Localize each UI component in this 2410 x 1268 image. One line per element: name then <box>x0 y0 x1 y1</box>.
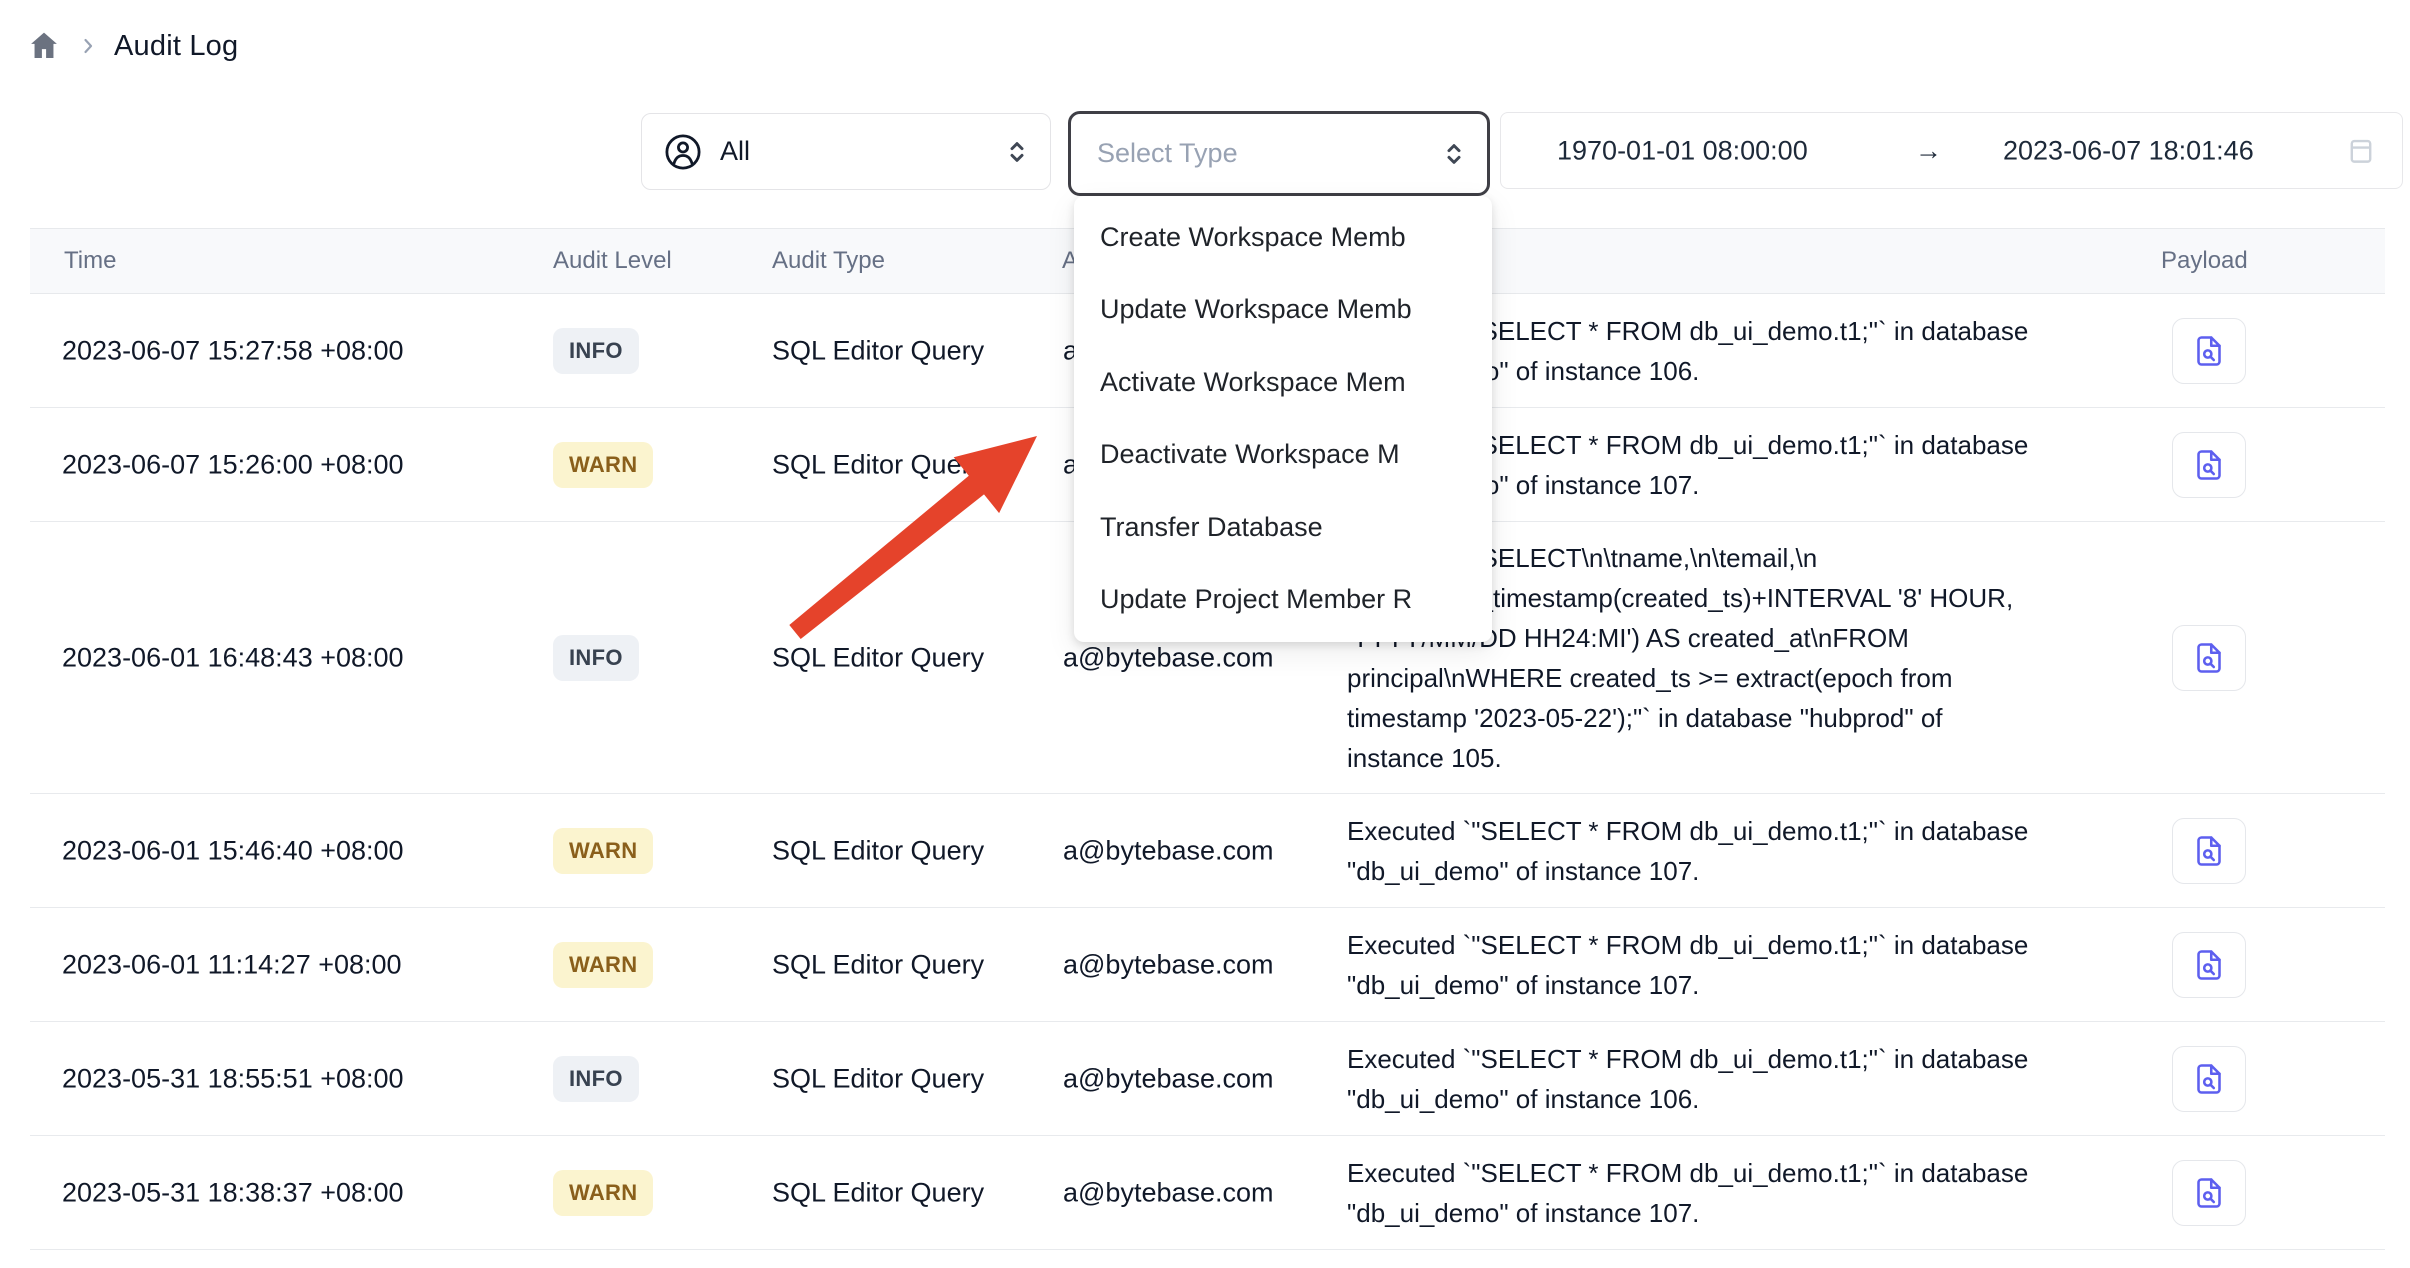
status-badge: WARN <box>553 1170 653 1216</box>
type-filter-placeholder: Select Type <box>1097 138 1439 169</box>
table-row: 2023-06-01 11:14:27 +08:00 WARN SQL Edit… <box>30 908 2385 1022</box>
file-search-icon <box>2191 1061 2227 1097</box>
home-icon[interactable] <box>26 28 62 64</box>
chevron-updown-icon <box>1439 139 1469 169</box>
row-comment: Executed `"SELECT * FROM db_ui_demo.t1;"… <box>1347 1153 2157 1233</box>
row-audit-type: SQL Editor Query <box>772 835 984 866</box>
column-header-audit-level: Audit Level <box>553 247 672 275</box>
column-header-audit-type: Audit Type <box>772 247 885 275</box>
actor-filter-select[interactable]: All <box>641 113 1051 190</box>
view-payload-button[interactable] <box>2172 432 2246 498</box>
chevron-right-icon <box>76 34 100 58</box>
row-actor: a@bytebase.com <box>1063 835 1274 866</box>
status-badge: INFO <box>553 328 639 374</box>
file-search-icon <box>2191 1175 2227 1211</box>
view-payload-button[interactable] <box>2172 1160 2246 1226</box>
row-audit-type: SQL Editor Query <box>772 642 984 673</box>
menu-item-activate-workspace-member[interactable]: Activate Workspace Mem <box>1074 346 1492 419</box>
row-time: 2023-06-01 16:48:43 +08:00 <box>62 642 404 673</box>
row-audit-type: SQL Editor Query <box>772 949 984 980</box>
date-range-start[interactable]: 1970-01-01 08:00:00 <box>1557 135 1808 166</box>
view-payload-button[interactable] <box>2172 625 2246 691</box>
actor-filter-value: All <box>720 136 986 167</box>
view-payload-button[interactable] <box>2172 932 2246 998</box>
menu-item-update-workspace-member[interactable]: Update Workspace Memb <box>1074 274 1492 347</box>
file-search-icon <box>2191 833 2227 869</box>
row-time: 2023-06-01 11:14:27 +08:00 <box>62 949 402 980</box>
menu-item-update-project-member[interactable]: Update Project Member R <box>1074 564 1492 637</box>
status-badge: WARN <box>553 442 653 488</box>
status-badge: INFO <box>553 635 639 681</box>
date-range-picker[interactable]: 1970-01-01 08:00:00 → 2023-06-07 18:01:4… <box>1500 112 2403 189</box>
row-audit-type: SQL Editor Query <box>772 1177 984 1208</box>
status-badge: INFO <box>553 1056 639 1102</box>
row-actor: a@bytebase.com <box>1063 1177 1274 1208</box>
row-comment: Executed `"SELECT * FROM db_ui_demo.t1;"… <box>1347 1039 2157 1119</box>
type-select-dropdown-menu: Create Workspace Memb Update Workspace M… <box>1074 196 1492 642</box>
row-actor: a@bytebase.com <box>1063 642 1274 673</box>
row-audit-type: SQL Editor Query <box>772 1063 984 1094</box>
view-payload-button[interactable] <box>2172 318 2246 384</box>
table-row: 2023-05-31 18:38:37 +08:00 WARN SQL Edit… <box>30 1136 2385 1250</box>
menu-item-create-workspace-member[interactable]: Create Workspace Memb <box>1074 201 1492 274</box>
table-row: 2023-06-01 15:46:40 +08:00 WARN SQL Edit… <box>30 794 2385 908</box>
status-badge: WARN <box>553 942 653 988</box>
row-actor: a@bytebase.com <box>1063 1063 1274 1094</box>
chevron-updown-icon <box>1002 137 1032 167</box>
breadcrumb: Audit Log <box>26 26 238 66</box>
file-search-icon <box>2191 333 2227 369</box>
row-comment: Executed `"SELECT * FROM db_ui_demo.t1;"… <box>1347 811 2157 891</box>
view-payload-button[interactable] <box>2172 818 2246 884</box>
row-time: 2023-05-31 18:38:37 +08:00 <box>62 1177 404 1208</box>
row-time: 2023-06-01 15:46:40 +08:00 <box>62 835 404 866</box>
view-payload-button[interactable] <box>2172 1046 2246 1112</box>
column-header-time: Time <box>64 247 116 275</box>
row-audit-type: SQL Editor Query <box>772 449 984 480</box>
row-time: 2023-06-07 15:26:00 +08:00 <box>62 449 404 480</box>
row-time: 2023-06-07 15:27:58 +08:00 <box>62 335 404 366</box>
file-search-icon <box>2191 447 2227 483</box>
menu-item-transfer-database[interactable]: Transfer Database <box>1074 491 1492 564</box>
file-search-icon <box>2191 640 2227 676</box>
type-filter-select[interactable]: Select Type <box>1068 111 1490 196</box>
row-comment: Executed `"SELECT * FROM db_ui_demo.t1;"… <box>1347 925 2157 1005</box>
person-circle-icon <box>662 131 704 173</box>
table-row: 2023-05-31 18:55:51 +08:00 INFO SQL Edit… <box>30 1022 2385 1136</box>
row-actor: a@bytebase.com <box>1063 949 1274 980</box>
date-range-end[interactable]: 2023-06-07 18:01:46 <box>2003 135 2254 166</box>
status-badge: WARN <box>553 828 653 874</box>
calendar-icon <box>2344 134 2378 168</box>
arrow-right-icon: → <box>1915 135 1942 166</box>
row-time: 2023-05-31 18:55:51 +08:00 <box>62 1063 404 1094</box>
column-header-payload: Payload <box>2161 247 2248 275</box>
audit-log-page: Audit Log All Select Type 1970-01-01 08:… <box>0 0 2410 1268</box>
menu-item-deactivate-workspace-member[interactable]: Deactivate Workspace M <box>1074 419 1492 492</box>
row-audit-type: SQL Editor Query <box>772 335 984 366</box>
page-title: Audit Log <box>114 30 238 63</box>
file-search-icon <box>2191 947 2227 983</box>
